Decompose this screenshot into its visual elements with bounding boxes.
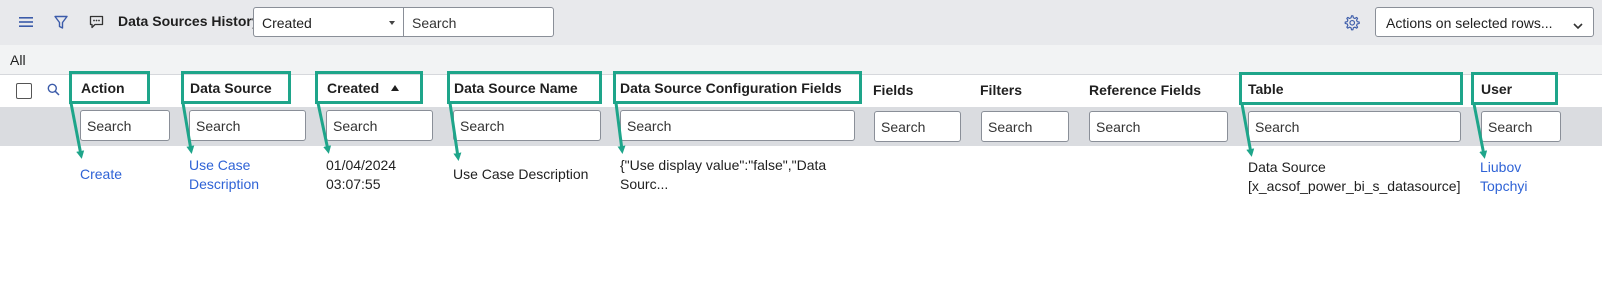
column-header-label: Fields — [873, 82, 914, 98]
filter-input-user[interactable]: Search — [1481, 111, 1561, 142]
filter-input-action[interactable]: Search — [80, 110, 170, 141]
filter-input-created[interactable]: Search — [326, 110, 433, 141]
filter-input-data-source-configuration-fields[interactable]: Search — [620, 110, 855, 141]
column-header-label: Filters — [980, 82, 1023, 98]
filter-input-fields[interactable]: Search — [874, 111, 961, 142]
column-header-fields[interactable]: Fields — [873, 76, 953, 106]
search-icon[interactable] — [44, 80, 62, 98]
cell-table: Data Source [x_acsof_power_bi_s_datasour… — [1248, 159, 1461, 194]
comment-icon[interactable] — [87, 12, 105, 32]
gear-icon[interactable] — [1341, 12, 1361, 32]
column-header-label: Table — [1248, 81, 1284, 97]
select-all-checkbox[interactable] — [16, 83, 32, 99]
chevron-down-icon — [1573, 17, 1583, 33]
sort-field-select[interactable]: Created — [253, 7, 404, 37]
filter-icon[interactable] — [52, 12, 70, 32]
column-header-data-source[interactable]: Data Source — [181, 71, 291, 104]
menu-icon[interactable] — [17, 13, 35, 31]
page-title: Data Sources History — [118, 13, 260, 29]
column-header-user[interactable]: User — [1471, 72, 1558, 105]
cell-action[interactable]: Create — [80, 165, 122, 184]
column-header-label: Data Source Name — [454, 80, 578, 96]
filter-input-reference-fields[interactable]: Search — [1089, 111, 1228, 142]
column-header-label: Created — [327, 80, 380, 96]
column-header-table[interactable]: Table — [1239, 72, 1463, 105]
cell-created: 01/04/2024 03:07:55 — [326, 157, 397, 192]
actions-select-label: Actions on selected rows... — [1386, 15, 1553, 31]
filter-input-table[interactable]: Search — [1248, 111, 1461, 142]
list-search-input[interactable]: Search — [404, 7, 554, 37]
column-header-created[interactable]: Created — [315, 71, 423, 104]
column-header-data-source-name[interactable]: Data Source Name — [447, 71, 602, 104]
cell-user[interactable]: Liubov Topchyi — [1480, 158, 1540, 196]
filter-input-filters[interactable]: Search — [981, 111, 1069, 142]
sort-field-value: Created — [262, 15, 312, 31]
filter-input-data-source-name[interactable]: Search — [453, 110, 601, 141]
sort-asc-icon — [391, 85, 400, 91]
column-header-label: User — [1481, 81, 1513, 97]
column-header-reference-fields[interactable]: Reference Fields — [1089, 76, 1229, 106]
cell-data-source-configuration-fields: {"Use display value":"false","Data Sourc… — [620, 157, 827, 192]
breadcrumb-all[interactable]: All — [10, 52, 26, 68]
column-header-data-source-configuration-fields[interactable]: Data Source Configuration Fields — [613, 71, 862, 104]
caret-down-icon — [389, 21, 395, 25]
list-header-bar: Data Sources History Created Search Acti… — [0, 0, 1602, 45]
column-header-label: Reference Fields — [1089, 82, 1202, 98]
column-header-label: Data Source Configuration Fields — [620, 80, 842, 96]
cell-data-source[interactable]: Use Case Description — [189, 156, 279, 194]
column-header-action[interactable]: Action — [69, 71, 150, 104]
cell-data-source-name: Use Case Description — [453, 166, 589, 182]
column-header-filters[interactable]: Filters — [980, 76, 1060, 106]
column-header-label: Data Source — [190, 80, 272, 96]
actions-select[interactable]: Actions on selected rows... — [1375, 7, 1594, 37]
filter-input-data-source[interactable]: Search — [189, 110, 306, 141]
column-header-label: Action — [81, 80, 125, 96]
